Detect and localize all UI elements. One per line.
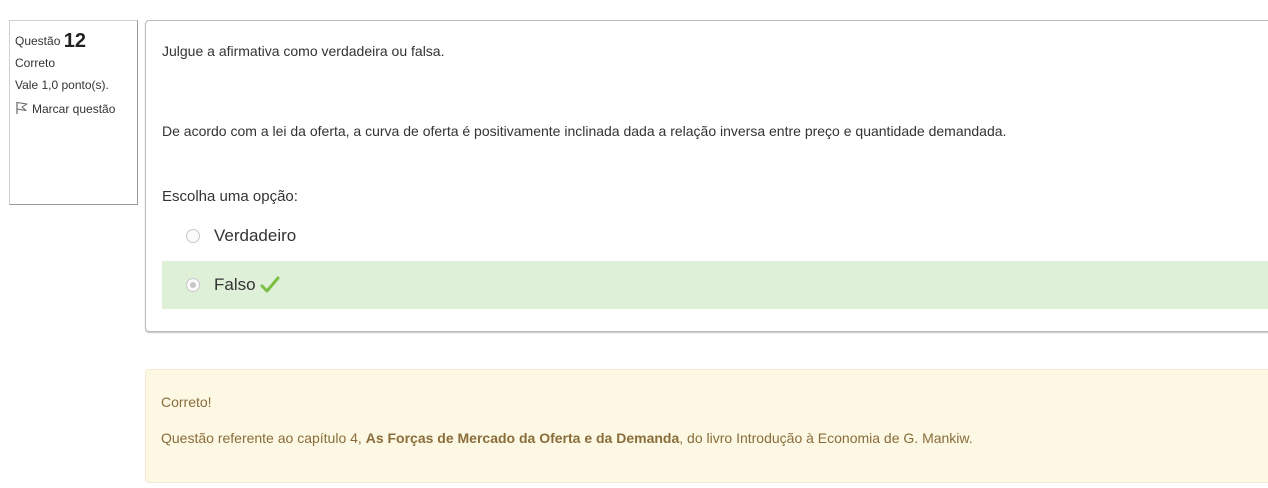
question-number: Questão 12 bbox=[15, 30, 133, 52]
question-number-value: 12 bbox=[63, 30, 86, 52]
feedback-panel: Correto! Questão referente ao capítulo 4… bbox=[145, 369, 1268, 483]
question-intro: Julgue a afirmativa como verdadeira ou f… bbox=[162, 43, 445, 59]
question-text: De acordo com a lei da oferta, a curva d… bbox=[162, 123, 1007, 139]
answer-option-verdadeiro[interactable]: Verdadeiro bbox=[162, 213, 1268, 259]
feedback-chapter-title: As Forças de Mercado da Oferta e da Dema… bbox=[365, 430, 680, 446]
feedback-text: Questão referente ao capítulo 4, As Forç… bbox=[161, 430, 973, 446]
question-state: Correto bbox=[15, 56, 56, 70]
radio-button-selected[interactable] bbox=[186, 278, 200, 292]
answer-option-falso[interactable]: Falso bbox=[162, 261, 1268, 309]
feedback-text-start: Questão referente ao capítulo 4, bbox=[161, 430, 366, 446]
feedback-text-end: , do livro Introdução à Economia de G. M… bbox=[679, 430, 973, 446]
check-mark-icon bbox=[260, 276, 280, 294]
answer-option-label: Verdadeiro bbox=[214, 226, 297, 245]
answer-option-label: Falso bbox=[214, 275, 256, 294]
flag-question-link[interactable]: Marcar questão bbox=[15, 101, 133, 116]
question-label: Questão bbox=[15, 34, 61, 48]
feedback-title: Correto! bbox=[161, 394, 212, 410]
question-grade: Vale 1,0 ponto(s). bbox=[15, 78, 109, 92]
answer-prompt: Escolha uma opção: bbox=[162, 188, 298, 205]
quiz-page: Questão 12 Correto Vale 1,0 ponto(s). Ma… bbox=[0, 0, 1268, 488]
flag-icon bbox=[15, 101, 29, 115]
flag-question-label: Marcar questão bbox=[32, 102, 116, 116]
question-content: Julgue a afirmativa como verdadeira ou f… bbox=[145, 20, 1268, 332]
question-info-panel: Questão 12 Correto Vale 1,0 ponto(s). Ma… bbox=[9, 20, 138, 205]
radio-button[interactable] bbox=[186, 229, 200, 243]
